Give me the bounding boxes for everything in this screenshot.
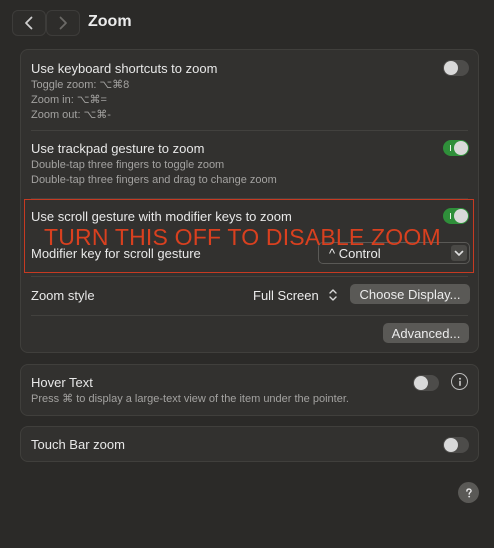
touch-bar-card: Touch Bar zoom xyxy=(20,426,479,462)
trackpad-line-2: Double-tap three fingers and drag to cha… xyxy=(31,174,277,186)
hover-text-label: Hover Text xyxy=(31,375,93,390)
keyboard-shortcuts-row: Use keyboard shortcuts to zoom Toggle zo… xyxy=(31,60,469,130)
touch-bar-zoom-label: Touch Bar zoom xyxy=(31,437,125,452)
chevron-left-icon xyxy=(25,16,33,30)
toggle-knob xyxy=(454,141,468,155)
keyboard-shortcuts-toggle[interactable] xyxy=(443,60,469,76)
choose-display-button[interactable]: Choose Display... xyxy=(350,284,470,304)
info-icon[interactable] xyxy=(451,373,468,390)
toggle-knob xyxy=(444,61,458,75)
zoom-style-popup[interactable]: Full Screen xyxy=(253,284,341,306)
toggle-knob xyxy=(444,438,458,452)
trackpad-gesture-row: Use trackpad gesture to zoom Double-tap … xyxy=(31,140,469,190)
trackpad-gesture-label: Use trackpad gesture to zoom xyxy=(31,141,205,156)
keyboard-shortcuts-label: Use keyboard shortcuts to zoom xyxy=(31,61,218,76)
hover-text-description: Press ⌘ to display a large-text view of … xyxy=(31,393,349,405)
touch-bar-zoom-toggle[interactable] xyxy=(443,437,469,453)
trackpad-line-1: Double-tap three fingers to toggle zoom xyxy=(31,159,225,171)
zoom-style-label: Zoom style xyxy=(31,288,95,303)
toggle-on-mark xyxy=(450,145,451,151)
chevron-right-icon xyxy=(59,16,67,30)
trackpad-gesture-toggle[interactable] xyxy=(443,140,469,156)
hover-text-card: Hover Text Press ⌘ to display a large-te… xyxy=(20,364,479,416)
divider xyxy=(31,276,468,277)
divider xyxy=(31,315,468,316)
page-title: Zoom xyxy=(88,13,132,30)
zoom-out-shortcut: Zoom out: ⌥⌘- xyxy=(31,109,111,121)
zoom-style-value: Full Screen xyxy=(253,288,319,303)
hover-text-toggle[interactable] xyxy=(413,375,439,391)
toggle-zoom-shortcut: Toggle zoom: ⌥⌘8 xyxy=(31,79,130,91)
forward-button[interactable] xyxy=(46,10,80,36)
divider xyxy=(31,130,468,131)
help-icon[interactable] xyxy=(458,482,479,503)
annotation-text: TURN THIS OFF TO DISABLE ZOOM xyxy=(44,224,441,250)
zoom-in-shortcut: Zoom in: ⌥⌘= xyxy=(31,94,107,106)
chevron-updown-icon xyxy=(327,287,339,303)
zoom-style-row: Zoom style Full Screen Choose Display... xyxy=(31,284,470,306)
toggle-knob xyxy=(414,376,428,390)
back-button[interactable] xyxy=(12,10,46,36)
titlebar: Zoom xyxy=(0,0,494,46)
advanced-button[interactable]: Advanced... xyxy=(383,323,469,343)
